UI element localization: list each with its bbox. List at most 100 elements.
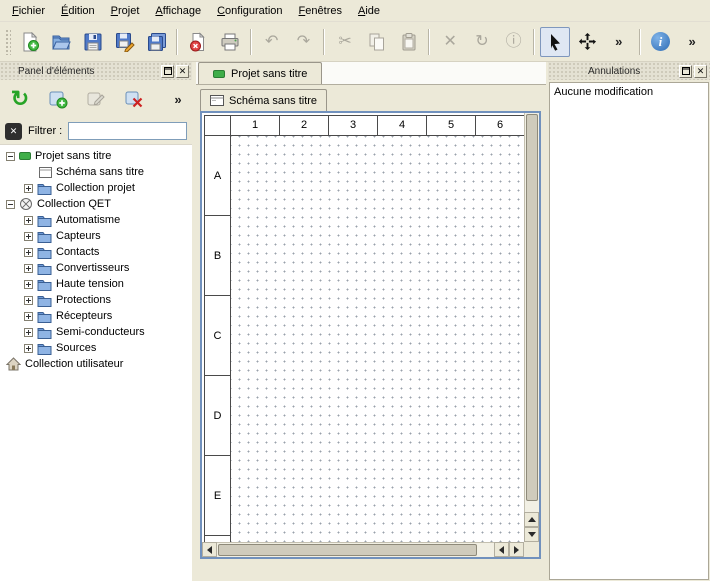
- undo-panel-dock: Annulations ✕ Aucune modification: [548, 62, 710, 581]
- copy-button[interactable]: [362, 27, 392, 57]
- expand-expander-icon[interactable]: [24, 232, 33, 241]
- filter-input[interactable]: [68, 122, 187, 140]
- expand-expander-icon[interactable]: [24, 248, 33, 257]
- edit-element-button[interactable]: [82, 85, 110, 113]
- new-project-button[interactable]: [15, 27, 45, 57]
- tree-item-label: Schéma sans titre: [56, 164, 144, 180]
- tree-item-contacts[interactable]: Contacts: [0, 244, 192, 260]
- close-panel-button[interactable]: ✕: [694, 65, 707, 78]
- cut-button[interactable]: ✂: [330, 27, 360, 57]
- tree-item-recepteurs[interactable]: Récepteurs: [0, 308, 192, 324]
- column-label: 3: [329, 116, 378, 136]
- tree-item-label: Haute tension: [56, 276, 124, 292]
- info-circle-icon: i: [651, 32, 670, 51]
- folder-icon: [37, 230, 52, 243]
- horizontal-scrollbar[interactable]: [202, 542, 524, 557]
- save-button[interactable]: [78, 27, 108, 57]
- expand-expander-icon[interactable]: [24, 344, 33, 353]
- save-as-button[interactable]: [110, 27, 140, 57]
- menu-affichage[interactable]: Affichage: [147, 2, 209, 20]
- tree-item-semi-conducteurs[interactable]: Semi-conducteurs: [0, 324, 192, 340]
- menu-fenetres[interactable]: Fenêtres: [291, 2, 350, 20]
- open-project-button[interactable]: [47, 27, 77, 57]
- scroll-right-button[interactable]: [509, 542, 524, 557]
- menu-edition[interactable]: Édition: [53, 2, 103, 20]
- sheet-border: 1 2 3 4 5 6 A B C D E: [204, 115, 524, 542]
- menu-aide[interactable]: Aide: [350, 2, 388, 20]
- tree-item-project[interactable]: Projet sans titre: [0, 148, 192, 164]
- float-panel-button[interactable]: [161, 65, 174, 78]
- tree-item-label: Protections: [56, 292, 111, 308]
- menu-fichier[interactable]: Fichier: [4, 2, 53, 20]
- horizontal-scrollbar-thumb[interactable]: [218, 544, 477, 556]
- schema-grid[interactable]: [231, 136, 524, 542]
- save-all-button[interactable]: [142, 27, 172, 57]
- printer-icon: [220, 32, 240, 52]
- tree-item-sources[interactable]: Sources: [0, 340, 192, 356]
- about-qet-button[interactable]: i: [646, 27, 676, 57]
- toolbar-separator: [323, 29, 325, 55]
- pan-mode-button[interactable]: [572, 27, 602, 57]
- undo-list[interactable]: Aucune modification: [549, 82, 709, 580]
- element-info-button[interactable]: ⓘ: [499, 27, 529, 57]
- tree-item-schema[interactable]: Schéma sans titre: [0, 164, 192, 180]
- menu-configuration[interactable]: Configuration: [209, 2, 290, 20]
- tree-item-automatisme[interactable]: Automatisme: [0, 212, 192, 228]
- tree-item-collection-qet[interactable]: Collection QET: [0, 196, 192, 212]
- collapse-expander-icon[interactable]: [6, 152, 15, 161]
- rotate-button[interactable]: ↻: [467, 27, 497, 57]
- toolbar-overflow-button[interactable]: »: [604, 27, 634, 57]
- scroll-left-button-2[interactable]: [494, 542, 509, 557]
- reload-icon: ↻: [11, 88, 29, 110]
- tree-item-haute-tension[interactable]: Haute tension: [0, 276, 192, 292]
- column-ruler: 1 2 3 4 5 6: [231, 116, 524, 136]
- delete-element-button[interactable]: [120, 85, 148, 113]
- menu-projet[interactable]: Projet: [103, 2, 148, 20]
- tree-item-label: Sources: [56, 340, 96, 356]
- scroll-down-button[interactable]: [524, 527, 539, 542]
- expand-expander-icon[interactable]: [24, 296, 33, 305]
- clear-filter-button[interactable]: ✕: [5, 123, 22, 140]
- vertical-scrollbar[interactable]: [524, 113, 539, 542]
- close-file-button[interactable]: [183, 27, 213, 57]
- project-icon: [19, 152, 31, 160]
- undo-panel-titlebar[interactable]: Annulations ✕: [548, 62, 710, 80]
- panel-toolbar-overflow-button[interactable]: »: [170, 85, 186, 113]
- expand-expander-icon[interactable]: [24, 184, 33, 193]
- print-button[interactable]: [215, 27, 245, 57]
- row-label: C: [205, 296, 231, 376]
- redo-button[interactable]: ↷: [289, 27, 319, 57]
- new-element-button[interactable]: [44, 85, 72, 113]
- expand-expander-icon[interactable]: [24, 328, 33, 337]
- expand-expander-icon[interactable]: [24, 312, 33, 321]
- info-icon: ⓘ: [506, 34, 522, 50]
- schema-sheet[interactable]: 1 2 3 4 5 6 A B C D E: [202, 113, 524, 542]
- undo-button[interactable]: ↶: [257, 27, 287, 57]
- tab-schema[interactable]: Schéma sans titre: [200, 89, 327, 111]
- help-toolbar-overflow-button[interactable]: »: [677, 27, 707, 57]
- tree-item-capteurs[interactable]: Capteurs: [0, 228, 192, 244]
- tab-project[interactable]: Projet sans titre: [198, 62, 322, 84]
- tree-item-convertisseurs[interactable]: Convertisseurs: [0, 260, 192, 276]
- elements-panel-titlebar[interactable]: Panel d'éléments ✕: [0, 62, 192, 80]
- scroll-up-button[interactable]: [524, 512, 539, 527]
- expand-expander-icon[interactable]: [24, 264, 33, 273]
- arrow-right-icon: [514, 546, 519, 554]
- tree-item-collection-projet[interactable]: Collection projet: [0, 180, 192, 196]
- collapse-expander-icon[interactable]: [6, 200, 15, 209]
- expand-expander-icon[interactable]: [24, 280, 33, 289]
- reload-collections-button[interactable]: ↻: [6, 85, 34, 113]
- delete-button[interactable]: ✕: [435, 27, 465, 57]
- tree-item-collection-utilisateur[interactable]: Collection utilisateur: [0, 356, 192, 372]
- vertical-scrollbar-thumb[interactable]: [526, 114, 538, 501]
- schema-view[interactable]: 1 2 3 4 5 6 A B C D E: [200, 111, 541, 559]
- float-panel-button[interactable]: [679, 65, 692, 78]
- selection-mode-button[interactable]: [540, 27, 570, 57]
- tree-item-protections[interactable]: Protections: [0, 292, 192, 308]
- expand-expander-icon[interactable]: [24, 216, 33, 225]
- paste-button[interactable]: [394, 27, 424, 57]
- close-panel-button[interactable]: ✕: [176, 65, 189, 78]
- scroll-left-button[interactable]: [202, 542, 217, 557]
- toolbar-drag-handle[interactable]: [5, 29, 11, 55]
- project-tab-label: Projet sans titre: [231, 68, 307, 80]
